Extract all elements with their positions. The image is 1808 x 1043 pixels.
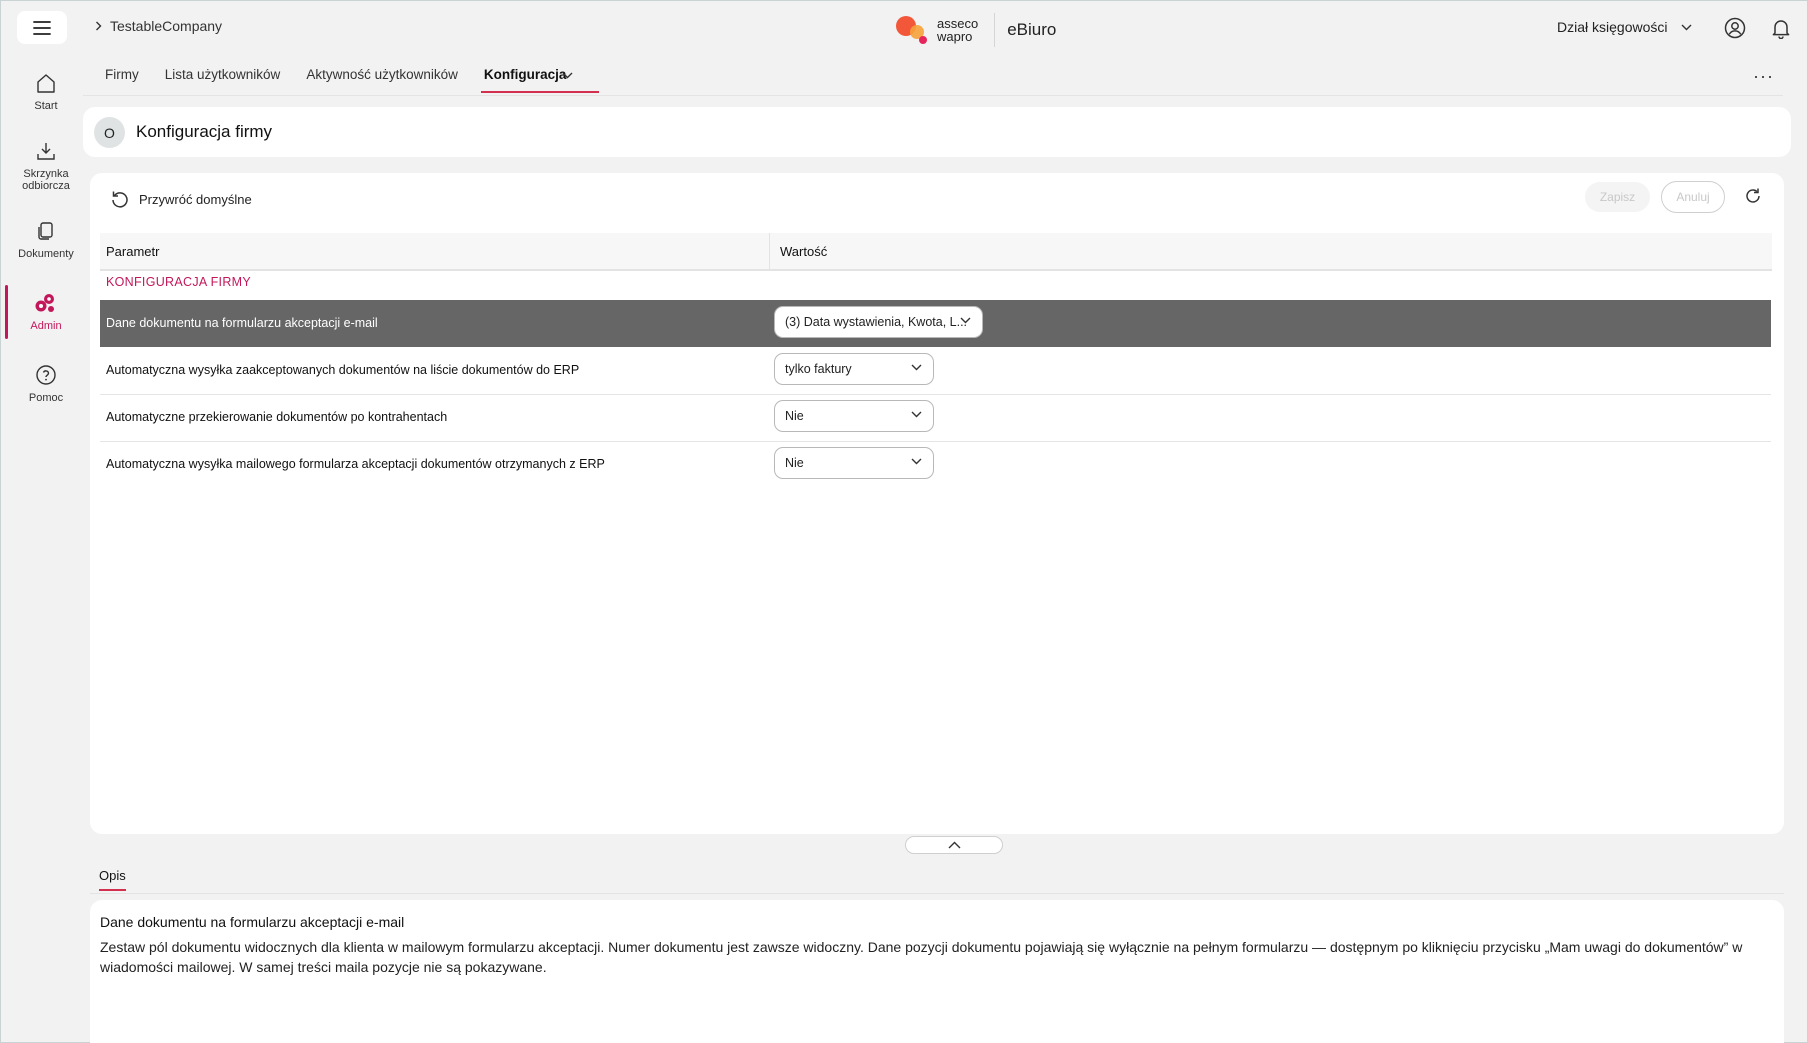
asseco-logo-icon	[896, 16, 927, 44]
value-dropdown[interactable]: (3) Data wystawienia, Kwota, L...	[774, 306, 983, 338]
description-panel: Dane dokumentu na formularzu akceptacji …	[90, 900, 1784, 1043]
notifications-button[interactable]	[1770, 17, 1792, 44]
dropdown-value: tylko faktury	[785, 362, 852, 376]
chevron-down-icon	[1681, 24, 1692, 30]
brand-divider	[994, 13, 996, 47]
sidebar-item-inbox[interactable]: Skrzynka odbiorcza	[0, 140, 92, 192]
sidebar-item-documents[interactable]: Dokumenty	[0, 220, 92, 260]
row-label: Automatyczne przekierowanie dokumentów p…	[106, 410, 448, 424]
table-header: Parametr Wartość	[100, 233, 1772, 271]
restore-defaults-button[interactable]: Przywróć domyślne	[110, 189, 252, 209]
description-body: Zestaw pól dokumentu widocznych dla klie…	[100, 939, 1743, 975]
avatar: O	[94, 117, 125, 148]
description-title: Dane dokumentu na formularzu akceptacji …	[100, 914, 405, 930]
inbox-download-icon	[37, 143, 55, 160]
user-circle-icon	[1724, 17, 1746, 39]
admin-gears-icon	[35, 294, 54, 312]
row-label: Dane dokumentu na formularzu akceptacji …	[106, 316, 378, 330]
table-row[interactable]: Automatyczna wysyłka zaakceptowanych dok…	[100, 347, 1771, 395]
chevron-down-icon	[911, 411, 922, 418]
section-heading: KONFIGURACJA FIRMY	[106, 275, 251, 289]
config-panel: Przywróć domyślne Zapisz Anuluj Parametr…	[90, 173, 1784, 834]
department-label: Dział księgowości	[1557, 19, 1668, 35]
row-label: Automatyczna wysyłka mailowego formularz…	[106, 457, 605, 471]
panel-collapse-handle[interactable]	[905, 836, 1003, 854]
account-button[interactable]	[1724, 17, 1746, 44]
tab-description-underline	[99, 889, 126, 891]
brand-wordmark: asseco wapro	[937, 17, 978, 43]
hamburger-icon	[33, 20, 51, 35]
value-dropdown[interactable]: Nie	[774, 447, 934, 479]
undo-icon	[112, 191, 128, 208]
brand-line2: wapro	[937, 29, 973, 44]
chevron-down-icon[interactable]	[562, 72, 573, 79]
sidebar-item-start[interactable]: Start	[0, 72, 92, 112]
column-header-value: Wartość	[780, 244, 828, 259]
tab-configuration[interactable]: Konfiguracja	[480, 67, 599, 93]
breadcrumb-company[interactable]: TestableCompany	[110, 18, 222, 34]
department-selector[interactable]: Dział księgowości	[1557, 19, 1692, 35]
home-icon	[37, 74, 55, 93]
documents-icon	[38, 222, 53, 240]
help-icon	[36, 365, 56, 385]
chevron-down-icon	[960, 317, 971, 324]
value-dropdown[interactable]: Nie	[774, 400, 934, 432]
description-divider	[90, 893, 1784, 894]
menu-button[interactable]	[17, 11, 67, 44]
tab-users-activity[interactable]: Aktywność użytkowników	[306, 67, 458, 90]
save-button[interactable]: Zapisz	[1585, 182, 1650, 212]
chevron-down-icon	[911, 364, 922, 371]
dropdown-value: Nie	[785, 409, 804, 423]
sidebar-item-label: Start	[34, 100, 58, 112]
column-divider	[769, 233, 770, 269]
refresh-icon	[1746, 188, 1760, 203]
column-header-param: Parametr	[106, 244, 160, 259]
sidebar-item-help[interactable]: Pomoc	[0, 364, 92, 404]
brand-logo: asseco wapro eBiuro	[895, 12, 1056, 48]
cancel-button[interactable]: Anuluj	[1661, 181, 1725, 213]
restore-defaults-label: Przywróć domyślne	[139, 191, 252, 207]
chevron-up-icon	[948, 841, 960, 849]
bell-icon	[1772, 20, 1790, 40]
sidebar-item-label: Admin	[30, 320, 62, 332]
sidebar-item-label: Pomoc	[28, 392, 64, 404]
sidebar-item-label: Skrzynka odbiorcza	[22, 168, 70, 192]
app-name: eBiuro	[1007, 20, 1057, 39]
page-title: Konfiguracja firmy	[136, 122, 273, 141]
page-header: O Konfiguracja firmy	[83, 107, 1791, 157]
sidebar-item-label: Dokumenty	[18, 248, 74, 260]
tab-users-list[interactable]: Lista użytkowników	[165, 67, 281, 90]
dropdown-value: (3) Data wystawienia, Kwota, L...	[785, 315, 968, 329]
chevron-right-icon	[96, 21, 102, 31]
tab-description[interactable]: Opis	[99, 868, 126, 883]
tab-firmy[interactable]: Firmy	[105, 67, 139, 90]
chevron-down-icon	[911, 458, 922, 465]
row-label: Automatyczna wysyłka zaakceptowanych dok…	[106, 363, 580, 377]
sidebar-item-admin[interactable]: Admin	[0, 292, 92, 332]
tab-bar: Firmy Lista użytkowników Aktywność użytk…	[105, 67, 599, 93]
breadcrumb[interactable]: TestableCompany	[95, 18, 222, 34]
table-row[interactable]: Dane dokumentu na formularzu akceptacji …	[100, 300, 1771, 347]
refresh-button[interactable]	[1743, 186, 1763, 211]
tabs-divider	[83, 95, 1783, 96]
table-row[interactable]: Automatyczne przekierowanie dokumentów p…	[100, 394, 1771, 442]
value-dropdown[interactable]: tylko faktury	[774, 353, 934, 385]
more-options-icon[interactable]: ···	[1753, 66, 1774, 87]
dropdown-value: Nie	[785, 456, 804, 470]
table-row[interactable]: Automatyczna wysyłka mailowego formularz…	[100, 441, 1771, 488]
